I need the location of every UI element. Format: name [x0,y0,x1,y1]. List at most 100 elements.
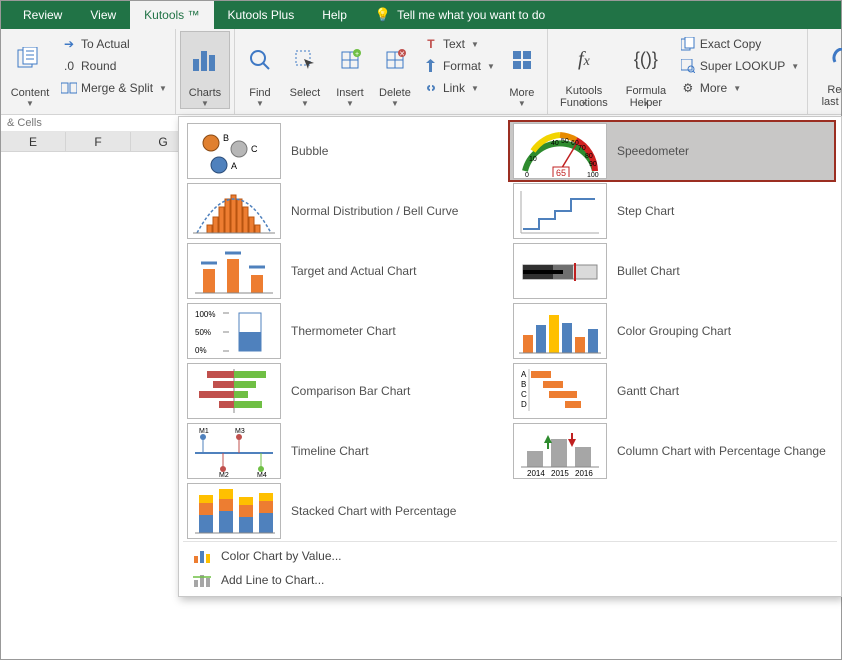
super-lookup-button[interactable]: Super LOOKUP ▼ [676,55,803,77]
svg-text:65: 65 [556,168,566,177]
round-button[interactable]: .0 Round [57,55,171,77]
svg-text:0%: 0% [195,346,207,355]
chart-target-actual[interactable]: Target and Actual Chart [183,241,509,301]
chart-stacked-label: Stacked Chart with Percentage [291,504,456,518]
format-button[interactable]: Format ▼ [419,55,499,77]
chart-gantt[interactable]: A B C D Gantt Chart [509,361,835,421]
chart-timeline-label: Timeline Chart [291,444,369,458]
link-button[interactable]: Link ▼ [419,77,499,99]
charts-icon [191,47,219,73]
tell-me-label: Tell me what you want to do [397,8,545,22]
chart-bullet[interactable]: Bullet Chart [509,241,835,301]
arrow-right-icon: ➔ [61,36,77,52]
svg-text:2014: 2014 [527,469,545,477]
delete-icon: ✕ [384,49,406,71]
round-icon: .0 [61,58,77,74]
chart-step[interactable]: Step Chart [509,181,835,241]
merge-icon [61,80,77,96]
svg-text:M1: M1 [199,428,209,435]
add-line-to-chart[interactable]: Add Line to Chart... [183,568,837,592]
svg-text:40: 40 [551,140,559,147]
delete-button[interactable]: ✕ Delete ▼ [373,31,417,109]
to-actual-button[interactable]: ➔ To Actual [57,33,171,55]
charts-button[interactable]: Charts ▼ [180,31,230,109]
chart-target-label: Target and Actual Chart [291,264,416,278]
speedometer-thumb: 0 10 40 50 60 70 80 90 100 65 [513,123,607,179]
select-icon [294,49,316,71]
chart-stacked-pct[interactable]: Stacked Chart with Percentage [183,481,509,541]
svg-text:2016: 2016 [575,469,593,477]
content-label: Content [11,87,50,99]
chart-color-grouping[interactable]: Color Grouping Chart [509,301,835,361]
link-icon [423,80,439,96]
timeline-thumb: M1 M2 M3 M4 [187,423,281,479]
chart-bubble[interactable]: BCA Bubble [183,121,509,181]
chart-normal-distribution[interactable]: Normal Distribution / Bell Curve [183,181,509,241]
merge-split-button[interactable]: Merge & Split ▼ [57,77,171,99]
rerun-button[interactable]: Re-run last utility [812,31,842,109]
tab-help[interactable]: Help [308,1,361,29]
pctchange-thumb: 2014 2015 2016 [513,423,607,479]
tab-kutools[interactable]: Kutools ™ [130,1,213,29]
chevron-down-icon: ▼ [201,99,209,108]
chevron-down-icon: ▼ [518,99,526,108]
more-button[interactable]: More ▼ [501,31,543,109]
find-button[interactable]: Find ▼ [239,31,281,109]
chart-thermometer[interactable]: 100% 50% 0% Thermometer Chart [183,301,509,361]
text-icon: T [423,36,439,52]
brackets-icon: {()} [634,49,658,70]
content-button[interactable]: Content ▼ [5,31,55,109]
chart-comparison-label: Comparison Bar Chart [291,384,410,398]
tell-me-search[interactable]: 💡 Tell me what you want to do [361,1,559,29]
chart-pct-change[interactable]: 2014 2015 2016 Column Chart with Percent… [509,421,835,481]
chart-speedometer-label: Speedometer [617,144,689,158]
chart-comparison-bar[interactable]: Comparison Bar Chart [183,361,509,421]
svg-text:90: 90 [589,161,597,168]
svg-text:+: + [355,51,359,58]
tab-review[interactable]: Review [9,1,76,29]
chart-gantt-label: Gantt Chart [617,384,679,398]
insert-button[interactable]: + Insert ▼ [329,31,371,109]
chevron-down-icon: ▼ [733,84,741,93]
color-chart-by-value[interactable]: Color Chart by Value... [183,544,837,568]
insert-icon: + [339,49,361,71]
col-header-e[interactable]: E [1,132,66,152]
normal-thumb [187,183,281,239]
svg-text:10: 10 [529,156,537,163]
bubble-thumb: BCA [187,123,281,179]
bullet-thumb [513,243,607,299]
format-icon [423,58,439,74]
kutools-functions-button[interactable]: fx Kutools Functions ▾ [552,31,616,109]
svg-text:100: 100 [587,172,599,177]
step-thumb [513,183,607,239]
round-label: Round [81,59,116,73]
chart-speedometer[interactable]: 0 10 40 50 60 70 80 90 100 65 Speedomete… [509,121,835,181]
stacked-thumb [187,483,281,539]
chart-timeline[interactable]: M1 M2 M3 M4 Timeline Chart [183,421,509,481]
svg-text:70: 70 [578,145,586,152]
svg-text:B: B [521,380,526,389]
svg-text:M4: M4 [257,472,267,477]
content-icon [17,47,43,73]
chevron-down-icon: ▼ [487,62,495,71]
svg-text:50%: 50% [195,328,211,337]
text-button[interactable]: T Text ▼ [419,33,499,55]
chevron-down-icon: ▼ [791,62,799,71]
formula-helper-button[interactable]: {()} Formula Helper ▾ [618,31,674,109]
select-label: Select [290,87,321,99]
select-button[interactable]: Select ▼ [283,31,327,109]
tab-kutools-plus[interactable]: Kutools Plus [214,1,309,29]
svg-text:M2: M2 [219,472,229,477]
col-header-f[interactable]: F [66,132,131,152]
lightbulb-icon: 💡 [375,7,391,23]
chevron-down-icon: ▼ [346,99,354,108]
exact-copy-button[interactable]: Exact Copy [676,33,803,55]
svg-text:0: 0 [525,172,529,177]
chart-normal-label: Normal Distribution / Bell Curve [291,204,458,218]
chart-colorgroup-label: Color Grouping Chart [617,324,731,338]
target-thumb [187,243,281,299]
more-formulas-button[interactable]: ⚙ More ▼ [676,77,803,99]
delete-label: Delete [379,87,411,99]
tab-view[interactable]: View [76,1,130,29]
charts-label: Charts [189,87,221,99]
